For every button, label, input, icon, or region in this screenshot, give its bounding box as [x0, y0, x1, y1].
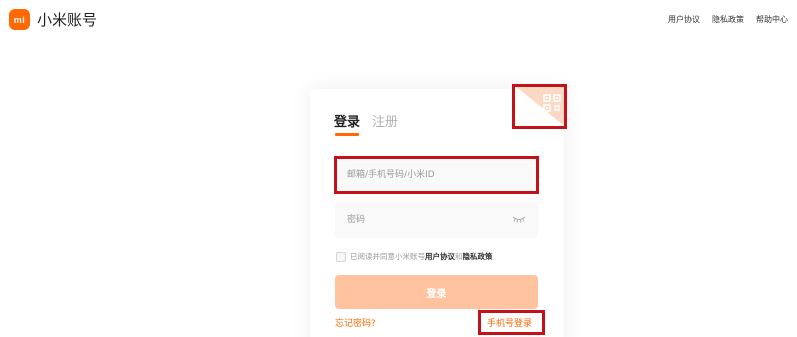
mi-logo[interactable]: mi: [9, 9, 30, 30]
agreement-and: 和: [455, 252, 463, 261]
eye-closed-icon[interactable]: [512, 215, 526, 224]
agreement-text: 已阅读并同意小米账号用户协议和隐私政策: [350, 251, 493, 262]
nav-privacy-policy[interactable]: 隐私政策: [712, 14, 744, 25]
login-page: mi 小米账号 用户协议 隐私政策 帮助中心 登录 注册 邮箱/手机号码/小米I…: [0, 0, 797, 337]
brand-title: 小米账号: [37, 11, 98, 29]
top-nav: 用户协议 隐私政策 帮助中心: [668, 14, 788, 25]
agreement-row: 已阅读并同意小米账号用户协议和隐私政策: [336, 251, 493, 262]
agreement-terms-link[interactable]: 用户协议: [425, 252, 455, 261]
logo-text: mi: [13, 14, 26, 25]
agreement-privacy-link[interactable]: 隐私政策: [463, 252, 493, 261]
tab-login[interactable]: 登录: [334, 114, 360, 132]
phone-login-highlight-box: [478, 310, 545, 335]
password-field[interactable]: [335, 202, 538, 238]
tab-register[interactable]: 注册: [372, 114, 398, 132]
forgot-password-link[interactable]: 忘记密码?: [335, 316, 376, 329]
login-button[interactable]: 登录: [335, 275, 538, 309]
agreement-prefix: 已阅读并同意小米账号: [350, 252, 425, 261]
active-tab-indicator: [335, 133, 359, 136]
email-highlight-box: [334, 156, 539, 194]
agreement-checkbox[interactable]: [336, 251, 346, 262]
nav-help-center[interactable]: 帮助中心: [756, 14, 788, 25]
login-tabs: 登录 注册: [334, 114, 398, 132]
qr-highlight-box: [512, 84, 567, 129]
nav-user-agreement[interactable]: 用户协议: [668, 14, 700, 25]
